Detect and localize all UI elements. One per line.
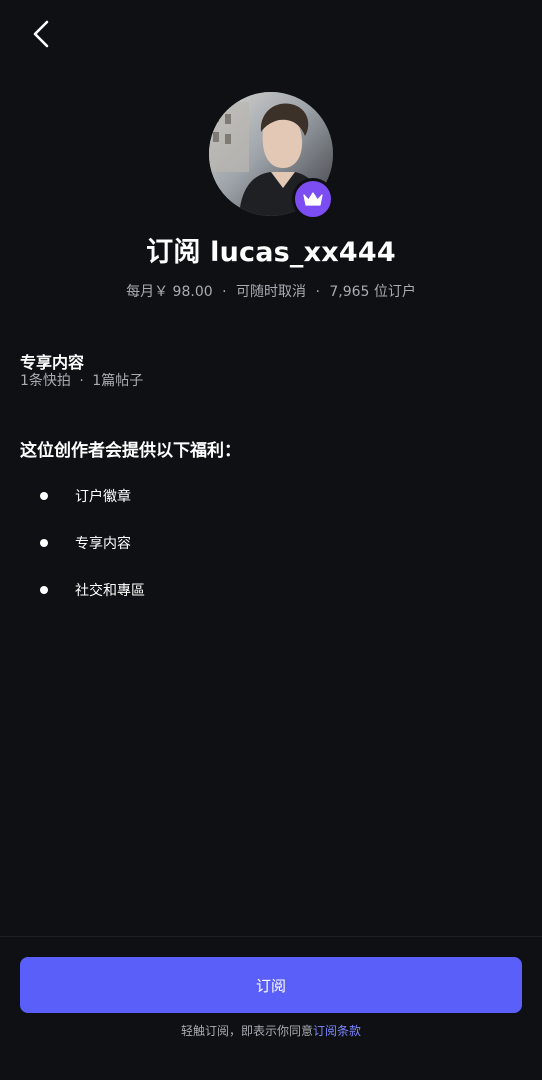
subscriber-count: 7,965 位订户 [329,284,416,300]
cancel-note: 可随时取消 [236,284,306,300]
separator: · [222,284,227,300]
benefit-item-social: 社交和專區 [40,580,145,600]
terms-prefix: 轻触订阅，即表示你同意 [180,1024,313,1038]
crown-icon [303,192,323,206]
avatar-container [209,92,334,220]
benefits-title: 这位创作者会提供以下福利： [20,441,241,461]
separator: · [315,284,320,300]
subscription-info: 每月￥ 98.00 · 可随时取消 · 7,965 位订户 [0,281,542,301]
bullet-icon [40,586,48,594]
subscriber-badge [292,178,334,220]
exclusive-content-summary: 1条快拍 · 1篇帖子 [20,370,143,390]
posts-count: 1篇帖子 [92,373,144,389]
terms-notice: 轻触订阅，即表示你同意订阅条款 [0,1022,542,1039]
benefit-label: 订户徽章 [75,489,131,505]
snaps-count: 1条快拍 [20,373,71,389]
footer-divider [0,936,542,937]
bullet-icon [40,492,48,500]
back-button[interactable] [22,14,62,54]
benefit-item-badge: 订户徽章 [40,486,131,506]
bullet-icon [40,539,48,547]
subscribe-screen: 订阅 lucas_xx444 每月￥ 98.00 · 可随时取消 · 7,965… [0,0,542,1080]
chevron-left-icon [33,20,49,48]
subscribe-button[interactable]: 订阅 [20,957,522,1013]
benefit-item-exclusive: 专享内容 [40,533,131,553]
price-text: 每月￥ 98.00 [126,284,213,300]
page-title: 订阅 lucas_xx444 [146,237,396,268]
benefit-label: 社交和專區 [75,583,145,599]
terms-link[interactable]: 订阅条款 [313,1024,361,1038]
separator: · [79,373,84,389]
benefit-label: 专享内容 [75,536,131,552]
